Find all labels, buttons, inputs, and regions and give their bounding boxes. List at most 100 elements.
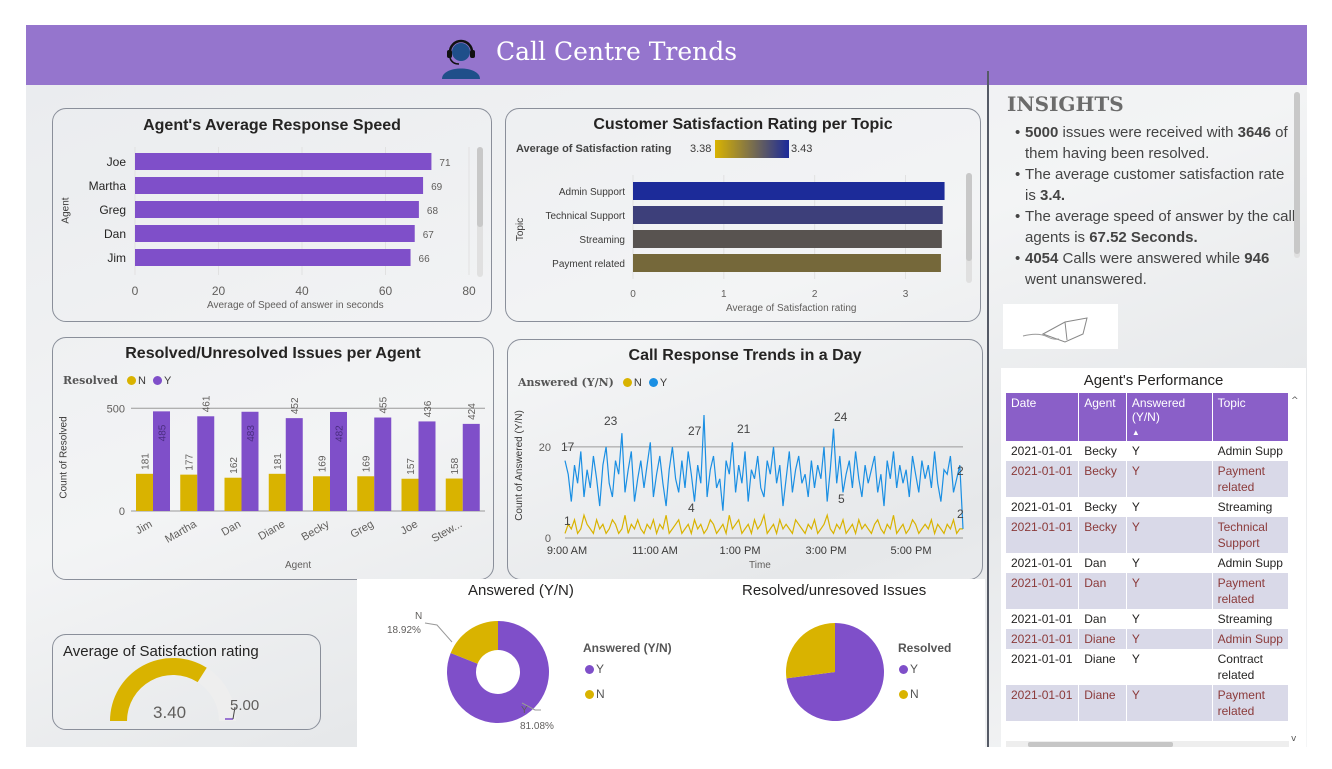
category-label: Technical Support [546, 211, 626, 222]
answered-label-n: N [415, 611, 423, 622]
column-header-agent[interactable]: Agent [1078, 393, 1127, 441]
data-label: 424 [467, 403, 478, 420]
category-label: Jim [134, 518, 155, 537]
data-label: 169 [318, 455, 329, 472]
data-label: 485 [158, 424, 169, 441]
table-row[interactable]: 2021-01-01 Becky Y Technical Support [1006, 517, 1290, 553]
resolved-donut-panel[interactable]: Resolved/unresoved Issues Resolved Y N [693, 579, 985, 747]
table-row[interactable]: 2021-01-01 Becky Y Payment related [1006, 461, 1290, 497]
resolved-agent-chart: 0 500 181 485 Jim 177 461 Martha 162 483 Dan 181 452… [107, 395, 485, 546]
legend-dot-y [899, 665, 908, 674]
table-scroll-up-icon[interactable]: ^ [1291, 396, 1299, 406]
avg-satisfaction-card[interactable]: Average of Satisfaction rating 3.40 5.00 [52, 634, 321, 730]
series-line [564, 414, 964, 529]
table-cell: 2021-01-01 [1006, 441, 1080, 461]
x-tick-label: 0 [630, 289, 636, 300]
call-trends-chart: 0 20 9:00 AM 11:00 AM 1:00 PM 3:00 PM 5:00 PM 1… [539, 410, 964, 557]
data-label: 177 [185, 454, 196, 471]
table-cell: Y [1126, 461, 1213, 497]
page-title: Call Centre Trends [496, 37, 738, 66]
agent-performance-table[interactable]: Date Agent Answered (Y/N) ▲ Topic 2021-01… [1006, 393, 1290, 721]
headset-agent-icon [442, 39, 480, 79]
column-header-answered[interactable]: Answered (Y/N) ▲ [1126, 393, 1213, 441]
response-speed-card[interactable]: Agent's Average Response Speed 0 20 40 60 80… [52, 108, 492, 322]
resolved-agent-ylabel: Count of Resolved [58, 416, 70, 499]
insight-item: The average speed of answer by the call … [1007, 206, 1297, 248]
insight-text: Calls were answered while [1058, 250, 1245, 267]
vertical-scrollbar[interactable] [966, 173, 972, 283]
x-tick-label: 11:00 AM [632, 545, 678, 557]
table-cell: 2021-01-01 [1006, 553, 1080, 573]
call-trends-card[interactable]: Call Response Trends in a Day Answered (… [507, 339, 983, 580]
bar [135, 225, 415, 242]
table-cell: 2021-01-01 [1006, 649, 1080, 685]
performance-title: Agent's Performance [1083, 372, 1224, 389]
bar [633, 182, 945, 200]
horizontal-scrollbar[interactable] [1006, 741, 1289, 747]
table-scroll-down-icon[interactable]: v [1291, 734, 1296, 744]
satisfaction-topic-xlabel: Average of Satisfaction rating [726, 303, 857, 314]
series-line [564, 512, 963, 536]
category-label: Diane [256, 518, 287, 543]
data-label: 461 [202, 395, 213, 412]
vertical-scrollbar[interactable] [1294, 92, 1300, 258]
table-cell: Becky [1078, 461, 1127, 497]
x-tick-label: 5:00 PM [891, 545, 932, 557]
table-cell: 2021-01-01 [1006, 573, 1080, 609]
table-body: 2021-01-01 Becky Y Admin Supp 2021-01-01 Beck… [1006, 441, 1290, 721]
table-cell: Payment related [1212, 685, 1290, 721]
satisfaction-topic-chart: 0 1 2 3 Admin Support Technical Support Stream… [546, 175, 945, 300]
table-cell: Y [1126, 441, 1213, 461]
column-header-topic[interactable]: Topic [1212, 393, 1290, 441]
insight-number: 5000 [1025, 124, 1059, 141]
resolved-legend-n: N [899, 687, 919, 701]
table-cell: Contract related [1212, 649, 1290, 685]
gauge-value: 3.40 [153, 703, 187, 722]
table-row[interactable]: 2021-01-01 Diane Y Contract related [1006, 649, 1290, 685]
table-cell: Y [1126, 573, 1213, 609]
table-cell: 2021-01-01 [1006, 629, 1080, 649]
table-row[interactable]: 2021-01-01 Dan Y Payment related [1006, 573, 1290, 609]
resolved-agent-card[interactable]: Resolved/Unresolved Issues per Agent Res… [52, 337, 494, 580]
resolved-agent-xlabel: Agent [285, 560, 312, 571]
table-cell: Diane [1078, 685, 1127, 721]
table-cell: 2021-01-01 [1006, 497, 1080, 517]
bar [633, 254, 941, 272]
table-row[interactable]: 2021-01-01 Diane Y Admin Supp [1006, 629, 1290, 649]
x-tick-label: 3:00 PM [806, 545, 847, 557]
call-trends-ylabel: Count of Answered (Y/N) [513, 410, 525, 521]
legend-dot-n [585, 690, 594, 699]
table-cell: Y [1126, 517, 1213, 553]
insights-title: INSIGHTS [1007, 92, 1124, 116]
data-label: 181 [273, 453, 284, 470]
table-cell: Admin Supp [1212, 553, 1290, 573]
category-label: Martha [163, 518, 199, 546]
data-label: 162 [229, 457, 240, 474]
category-label: Greg [349, 518, 376, 541]
data-label: 483 [246, 425, 257, 442]
sort-asc-icon: ▲ [1131, 428, 1140, 437]
insight-number: 3.4. [1040, 187, 1066, 204]
answered-label-y: Y [521, 705, 528, 716]
table-cell: Technical Support [1212, 517, 1290, 553]
agent-performance-table-panel[interactable]: Agent's Performance Date Agent Answered … [1001, 368, 1306, 747]
table-row[interactable]: 2021-01-01 Diane Y Payment related [1006, 685, 1290, 721]
legend-label-y: Y [596, 662, 605, 676]
table-cell: Dan [1078, 573, 1127, 609]
bar [135, 153, 432, 170]
bar [135, 177, 424, 194]
table-cell: Admin Supp [1212, 441, 1290, 461]
table-cell: Streaming [1212, 609, 1290, 629]
table-cell: Y [1126, 609, 1213, 629]
table-row[interactable]: 2021-01-01 Dan Y Streaming [1006, 609, 1290, 629]
satisfaction-topic-card[interactable]: Customer Satisfaction Rating per Topic A… [505, 108, 981, 322]
answered-donut-panel[interactable]: Answered (Y/N) N 18.92% Y 81.08% Answere… [357, 579, 693, 747]
table-row[interactable]: 2021-01-01 Becky Y Streaming [1006, 497, 1290, 517]
vertical-scrollbar[interactable] [477, 147, 483, 277]
table-row[interactable]: 2021-01-01 Dan Y Admin Supp [1006, 553, 1290, 573]
data-label: 169 [362, 455, 373, 472]
table-cell: Y [1126, 685, 1213, 721]
x-tick-label: 20 [212, 284, 226, 298]
table-row[interactable]: 2021-01-01 Becky Y Admin Supp [1006, 441, 1290, 461]
column-header-date[interactable]: Date [1006, 393, 1080, 441]
